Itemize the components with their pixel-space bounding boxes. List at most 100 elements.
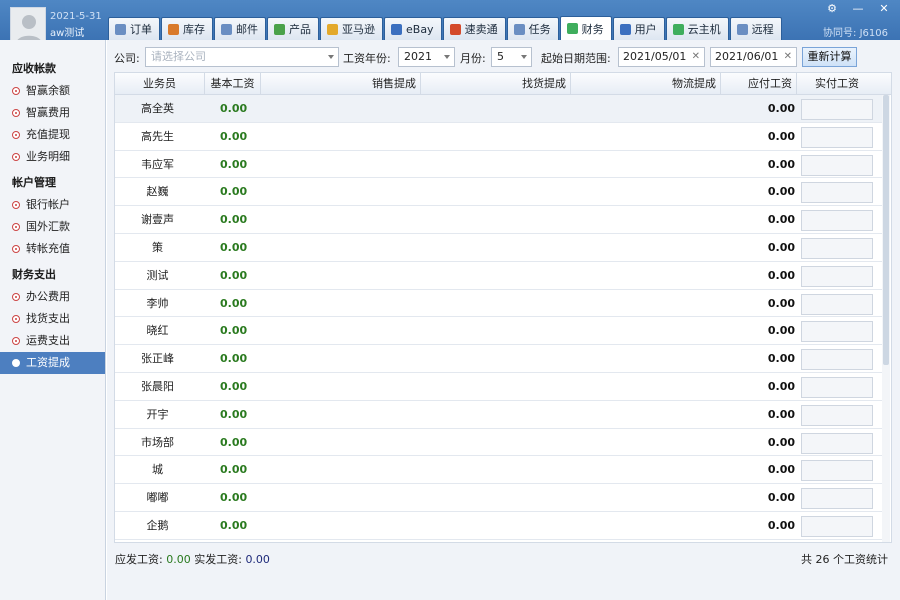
year-select[interactable]: 2021 [398, 47, 455, 67]
actual-salary-input[interactable] [801, 126, 873, 148]
table-header: 业务员 基本工资 销售提成 找货提成 物流提成 应付工资 实付工资 [115, 73, 891, 95]
bullet-icon [12, 131, 20, 139]
table-row[interactable]: 开宇 0.00 0.00 [115, 401, 883, 429]
due-salary-cell: 0.00 [767, 157, 795, 171]
tab-ebay[interactable]: eBay [384, 17, 442, 40]
table-row[interactable]: 市场部 0.00 0.00 [115, 429, 883, 457]
month-label: 月份: [460, 52, 486, 65]
table-row[interactable]: 嘟嘟 0.00 0.00 [115, 484, 883, 512]
year-value: 2021 [404, 50, 432, 63]
col-sourcing-commission[interactable]: 找货提成 [421, 73, 571, 95]
company-select[interactable]: 请选择公司 [145, 47, 339, 67]
actual-salary-input[interactable] [801, 210, 873, 232]
actual-salary-input[interactable] [801, 404, 873, 426]
sidebar-item[interactable]: 工资提成 [0, 352, 105, 374]
table-row[interactable]: 晓红 0.00 0.00 [115, 317, 883, 346]
actual-salary-input[interactable] [801, 349, 873, 371]
tab-aliexpress[interactable]: 速卖通 [442, 17, 506, 40]
salesperson-cell: 晓红 [146, 324, 169, 338]
clear-icon[interactable]: ✕ [692, 48, 700, 66]
actual-salary-input[interactable] [801, 293, 873, 315]
clear-icon[interactable]: ✕ [784, 48, 792, 66]
sidebar-item[interactable]: 智赢余额 [0, 80, 105, 102]
tab-finance[interactable]: 财务 [559, 16, 612, 40]
sidebar-item[interactable]: 国外汇款 [0, 216, 105, 238]
sidebar-item[interactable]: 办公费用 [0, 286, 105, 308]
actual-salary-input[interactable] [801, 460, 873, 482]
end-date-value: 2021/06/01 [715, 50, 779, 63]
scrollbar-thumb[interactable] [883, 95, 889, 365]
minimize-icon[interactable]: — [852, 2, 864, 15]
tab-user[interactable]: 用户 [612, 17, 665, 40]
table-row[interactable]: 策 0.00 0.00 [115, 234, 883, 262]
col-actual-salary[interactable]: 实付工资 [797, 73, 877, 95]
sidebar-item[interactable]: 智赢费用 [0, 102, 105, 124]
company-placeholder: 请选择公司 [151, 50, 206, 63]
sidebar-item-label: 智赢余额 [26, 84, 70, 97]
tab-order[interactable]: 订单 [108, 17, 160, 40]
tab-task[interactable]: 任务 [506, 17, 559, 40]
table-row[interactable]: 企鹅 0.00 0.00 [115, 512, 883, 540]
col-salesperson[interactable]: 业务员 [115, 73, 205, 95]
col-base-salary[interactable]: 基本工资 [205, 73, 261, 95]
tab-mail[interactable]: 邮件 [214, 17, 266, 40]
tab-cloud[interactable]: 云主机 [665, 17, 729, 40]
start-date-value: 2021/05/01 [623, 50, 687, 63]
settings-icon[interactable]: ⚙ [826, 2, 838, 15]
table-row[interactable]: 城 0.00 0.00 [115, 456, 883, 485]
table-row[interactable]: 韦应军 0.00 0.00 [115, 151, 883, 179]
salesperson-cell: 市场部 [141, 435, 174, 449]
actual-salary-input[interactable] [801, 238, 873, 259]
sidebar-item[interactable]: 充值提现 [0, 124, 105, 146]
col-sales-commission[interactable]: 销售提成 [261, 73, 421, 95]
tab-label: 库存 [183, 23, 205, 36]
recalculate-button[interactable]: 重新计算 [802, 47, 857, 67]
actual-salary-input[interactable] [801, 432, 873, 454]
sidebar-item[interactable]: 银行帐户 [0, 194, 105, 216]
tab-inventory[interactable]: 库存 [161, 17, 213, 40]
base-salary-cell: 0.00 [220, 268, 248, 282]
year-label: 工资年份: [343, 52, 391, 65]
table-row[interactable]: 测试 0.00 0.00 [115, 262, 883, 290]
tab-product[interactable]: 产品 [267, 17, 319, 40]
table-row[interactable]: 谢壹声 0.00 0.00 [115, 206, 883, 234]
tab-amazon[interactable]: 亚马逊 [320, 17, 383, 40]
table-row[interactable]: 高全英 0.00 0.00 [115, 95, 883, 123]
start-date-input[interactable]: 2021/05/01 ✕ [618, 47, 705, 67]
base-salary-cell: 0.00 [220, 407, 248, 421]
close-icon[interactable]: ✕ [878, 2, 890, 15]
bullet-icon [12, 315, 20, 323]
month-select[interactable]: 5 [491, 47, 532, 67]
sidebar-item[interactable]: 转帐充值 [0, 238, 105, 260]
salesperson-cell: 测试 [146, 268, 169, 282]
sidebar-item[interactable]: 业务明细 [0, 146, 105, 168]
col-due-salary[interactable]: 应付工资 [721, 73, 797, 95]
tab-remote[interactable]: 远程 [729, 17, 782, 40]
table-row[interactable]: 张正峰 0.00 0.00 [115, 345, 883, 373]
avatar[interactable] [10, 7, 46, 43]
sidebar-item[interactable]: 找货支出 [0, 308, 105, 330]
cloud-icon [672, 23, 684, 35]
table-row[interactable]: 赵巍 0.00 0.00 [115, 178, 883, 207]
actual-salary-input[interactable] [801, 182, 873, 204]
due-salary-cell: 0.00 [767, 519, 795, 532]
actual-salary-input[interactable] [801, 265, 873, 287]
salesperson-cell: 策 [152, 241, 163, 254]
table-row[interactable]: 李帅 0.00 0.00 [115, 290, 883, 318]
actual-salary-input[interactable] [801, 321, 873, 343]
actual-salary-input[interactable] [801, 377, 873, 398]
tab-label: 速卖通 [464, 23, 498, 36]
end-date-input[interactable]: 2021/06/01 ✕ [710, 47, 797, 67]
sidebar-item[interactable]: 运费支出 [0, 330, 105, 352]
actual-salary-input[interactable] [801, 488, 873, 510]
window-controls: ⚙ — ✕ [826, 2, 890, 15]
table-row[interactable]: 张晨阳 0.00 0.00 [115, 373, 883, 401]
actual-salary-input[interactable] [801, 154, 873, 176]
table-row[interactable]: 高先生 0.00 0.00 [115, 123, 883, 151]
date-range-label: 起始日期范围: [541, 52, 611, 65]
vertical-scrollbar[interactable] [882, 95, 890, 542]
actual-salary-input[interactable] [801, 99, 873, 120]
actual-salary-input[interactable] [801, 516, 873, 537]
sidebar-section-title: 财务支出 [12, 268, 56, 281]
col-logistics-commission[interactable]: 物流提成 [571, 73, 721, 95]
